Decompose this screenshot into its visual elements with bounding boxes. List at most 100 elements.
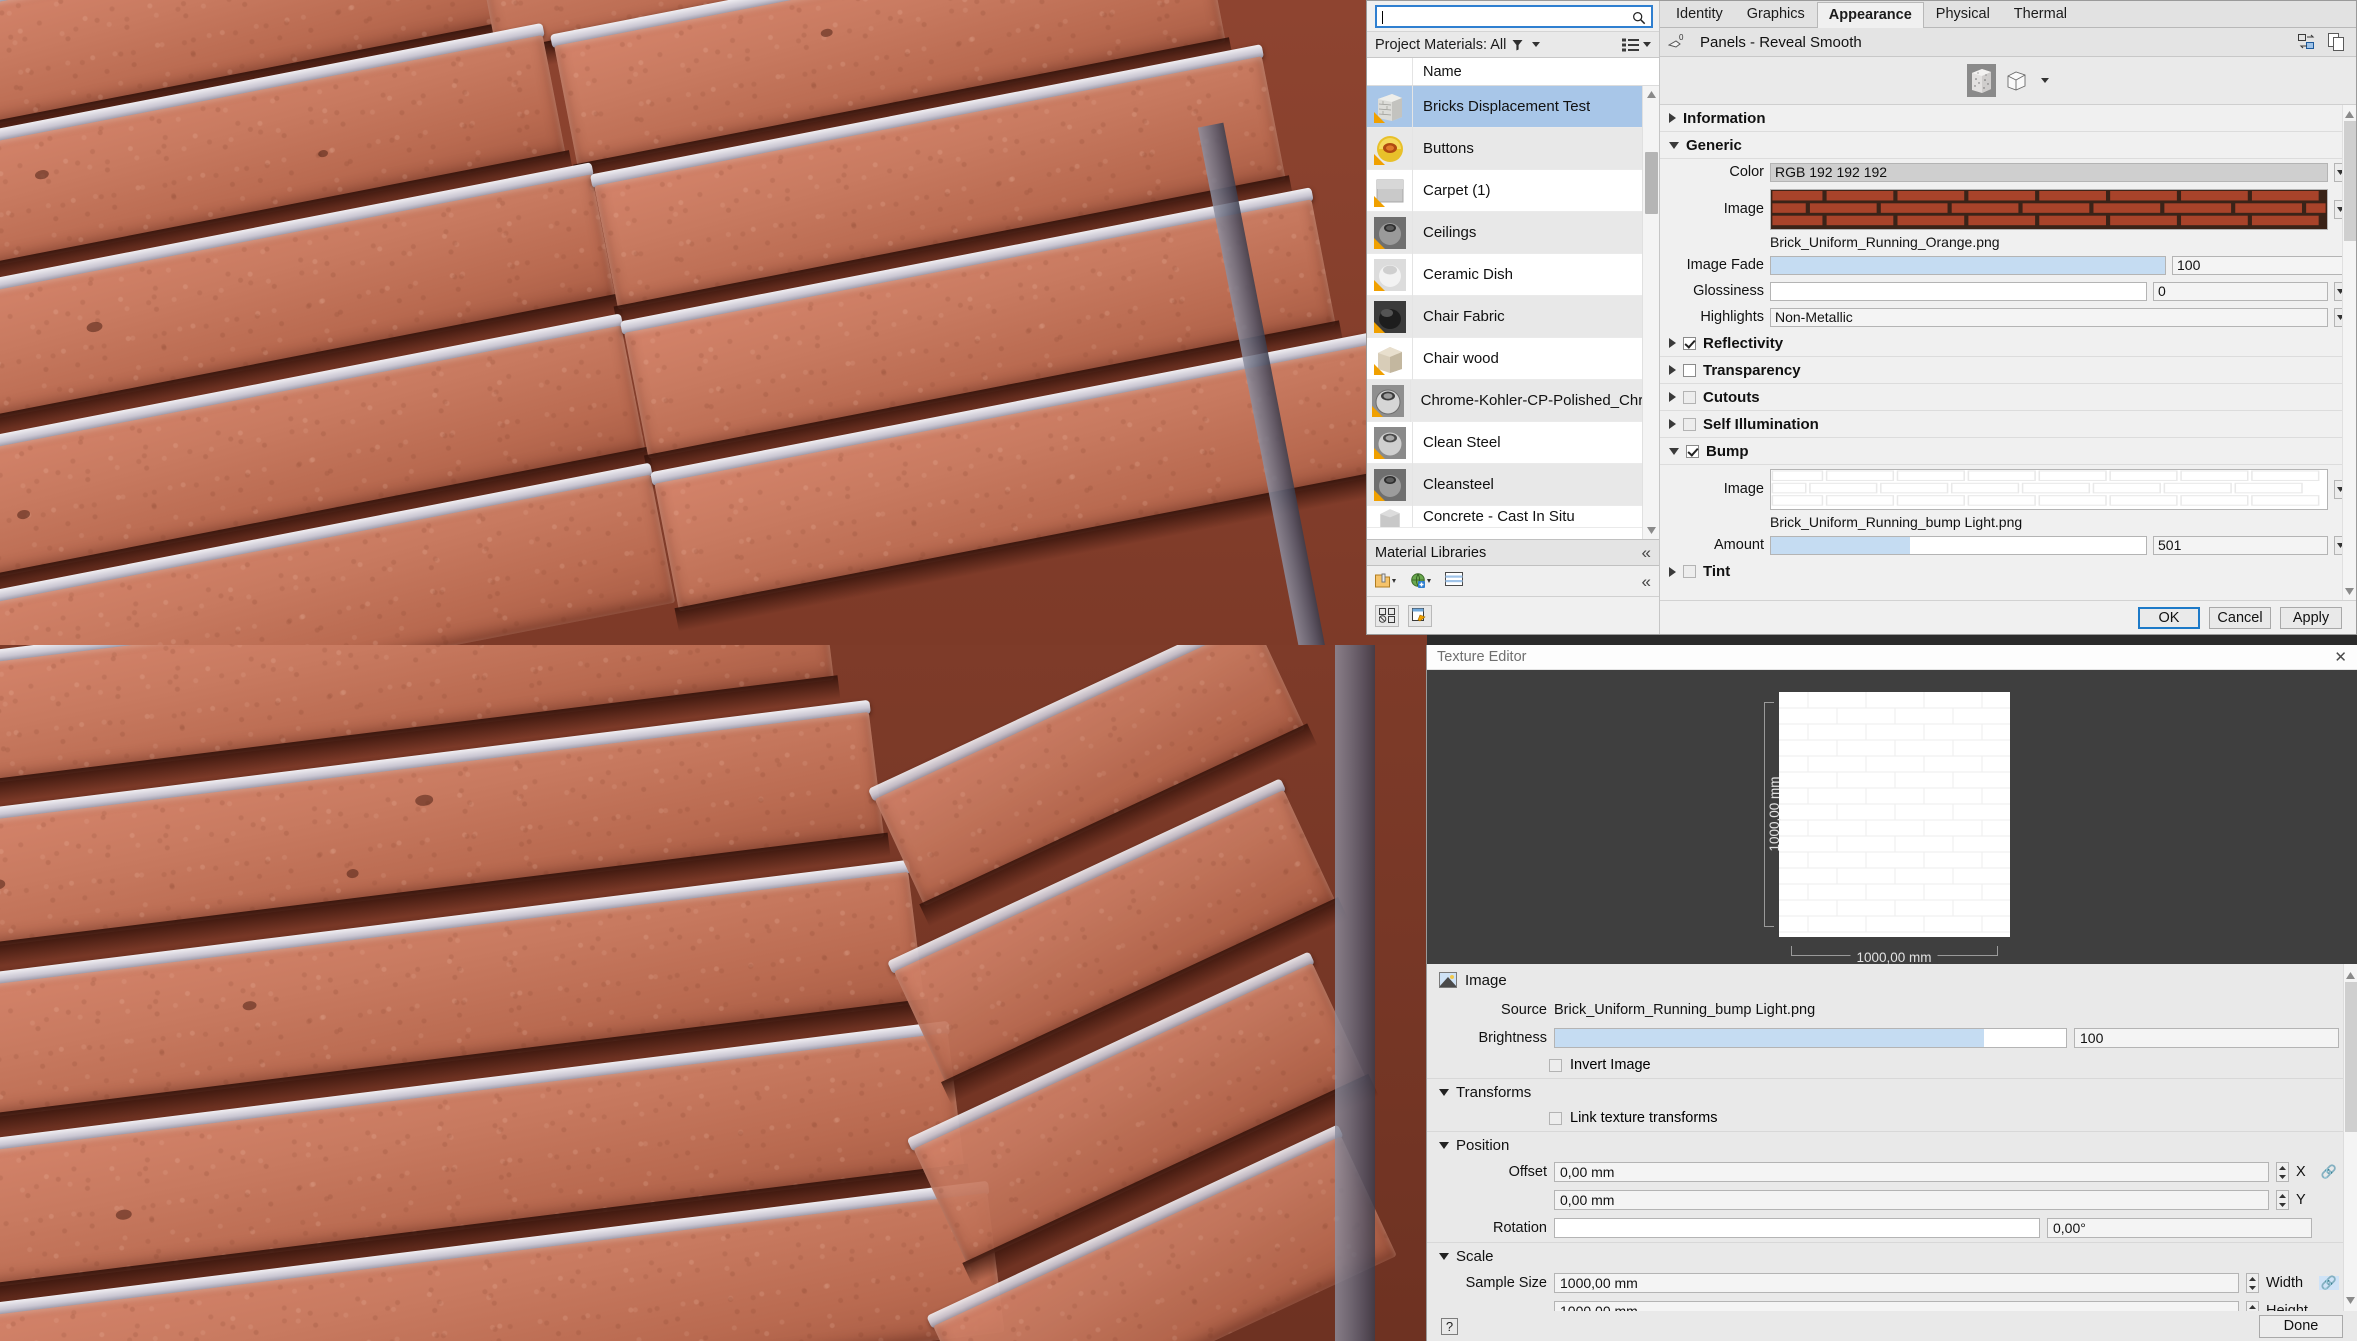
list-item[interactable]: Ceilings — [1367, 211, 1659, 254]
tab-graphics[interactable]: Graphics — [1735, 1, 1817, 27]
appearance-scrollbar[interactable] — [2342, 105, 2356, 600]
scrollbar-thumb[interactable] — [2344, 121, 2356, 241]
bump-amount-value[interactable]: 501 — [2153, 535, 2328, 555]
duplicate-material-icon[interactable] — [1375, 604, 1399, 627]
search-input[interactable] — [1377, 7, 1651, 26]
scroll-down-icon[interactable] — [1643, 522, 1659, 539]
section-information[interactable]: Information — [1660, 105, 2356, 132]
offset-x-stepper[interactable] — [2276, 1162, 2289, 1182]
render-viewport[interactable] — [0, 0, 1427, 1341]
glossiness-slider[interactable] — [1770, 281, 2147, 301]
chevron-down-icon[interactable] — [1532, 42, 1541, 47]
section-bump[interactable]: Bump — [1660, 438, 2356, 465]
replace-asset-icon[interactable] — [2296, 32, 2318, 52]
list-item[interactable]: Carpet (1) — [1367, 169, 1659, 212]
view-chevron-down-icon[interactable] — [1643, 42, 1651, 47]
bump-amount-slider[interactable] — [1770, 535, 2147, 555]
tab-physical[interactable]: Physical — [1924, 1, 2002, 27]
list-view-icon[interactable] — [1622, 38, 1639, 52]
section-scale[interactable]: Scale — [1427, 1242, 2357, 1269]
material-preview-thumb[interactable] — [1967, 64, 1996, 97]
close-icon[interactable]: ✕ — [2334, 648, 2347, 666]
cutouts-checkbox[interactable] — [1683, 390, 1696, 404]
image-fade-slider[interactable] — [1770, 255, 2166, 275]
highlights-value[interactable]: Non-Metallic — [1770, 307, 2328, 327]
rotation-value[interactable]: 0,00° — [2047, 1218, 2312, 1238]
list-item[interactable]: Bricks Displacement Test — [1367, 86, 1659, 128]
tab-appearance[interactable]: Appearance — [1816, 2, 1924, 28]
bump-image-preview[interactable] — [1770, 468, 2328, 510]
tab-identity[interactable]: Identity — [1664, 1, 1735, 27]
offset-y-stepper[interactable] — [2276, 1190, 2289, 1210]
search-icon[interactable] — [1632, 11, 1646, 25]
list-item[interactable]: Chair Fabric — [1367, 295, 1659, 338]
sample-size-height-stepper[interactable] — [2246, 1301, 2259, 1311]
list-item[interactable]: Chair wood — [1367, 337, 1659, 380]
sample-size-height-input[interactable]: 1000,00 mm — [1554, 1301, 2239, 1311]
library-panel-icon[interactable] — [1445, 571, 1467, 591]
section-reflectivity[interactable]: Reflectivity — [1660, 330, 2356, 357]
preview-chevron-down-icon[interactable] — [2041, 78, 2049, 83]
done-button[interactable]: Done — [2259, 1314, 2343, 1338]
section-transparency[interactable]: Transparency — [1660, 357, 2356, 384]
reflectivity-checkbox[interactable] — [1683, 336, 1696, 350]
row-link-texture-transforms[interactable]: Link texture transforms — [1427, 1105, 2357, 1131]
brightness-value[interactable]: 100 — [2074, 1028, 2339, 1048]
cube-icon[interactable] — [2006, 70, 2027, 91]
texture-editor-scrollbar[interactable] — [2343, 964, 2357, 1311]
section-cutouts[interactable]: Cutouts — [1660, 384, 2356, 411]
glossiness-value[interactable]: 0 — [2153, 281, 2328, 301]
list-item[interactable]: Clean Steel — [1367, 421, 1659, 464]
help-icon[interactable]: ? — [1441, 1317, 1458, 1335]
scrollbar-thumb[interactable] — [2345, 982, 2357, 1132]
transparency-checkbox[interactable] — [1683, 363, 1696, 377]
offset-x-input[interactable]: 0,00 mm — [1554, 1162, 2269, 1182]
list-item[interactable]: Buttons — [1367, 127, 1659, 170]
texture-properties[interactable]: Image Source Brick_Uniform_Running_bump … — [1427, 964, 2357, 1311]
material-list[interactable]: Bricks Displacement Test Buttons Carpet … — [1367, 86, 1659, 539]
list-item[interactable]: Cleansteel — [1367, 463, 1659, 506]
duplicate-asset-icon[interactable] — [2326, 32, 2348, 52]
self-illumination-checkbox[interactable] — [1683, 417, 1696, 431]
section-tint[interactable]: Tint — [1660, 558, 2356, 585]
scroll-up-icon[interactable] — [1643, 86, 1659, 103]
new-library-icon[interactable] — [1375, 572, 1397, 591]
generic-image-preview[interactable] — [1770, 188, 2328, 230]
sample-size-width-stepper[interactable] — [2246, 1273, 2259, 1293]
section-transforms[interactable]: Transforms — [1427, 1078, 2357, 1105]
ok-button[interactable]: OK — [2138, 606, 2200, 629]
list-item[interactable]: Concrete - Cast In Situ — [1367, 506, 1659, 528]
scrollbar-thumb[interactable] — [1645, 152, 1658, 214]
project-materials-filter[interactable]: Project Materials: All — [1367, 31, 1659, 58]
apply-button[interactable]: Apply — [2280, 606, 2342, 629]
sample-size-width-input[interactable]: 1000,00 mm — [1554, 1273, 2239, 1293]
tint-checkbox[interactable] — [1683, 565, 1696, 578]
list-item[interactable]: Chrome-Kohler-CP-Polished_Chrome — [1367, 379, 1659, 422]
position-link-icon[interactable]: 🔗 — [2319, 1164, 2339, 1179]
material-list-scrollbar[interactable] — [1642, 86, 1659, 539]
brightness-slider[interactable] — [1554, 1028, 2067, 1048]
search-box[interactable] — [1375, 5, 1653, 28]
rotation-slider[interactable] — [1554, 1218, 2040, 1238]
cancel-button[interactable]: Cancel — [2209, 606, 2271, 629]
offset-y-input[interactable]: 0,00 mm — [1554, 1190, 2269, 1210]
edit-material-icon[interactable] — [1408, 604, 1432, 627]
chevron-double-left-icon[interactable]: « — [1642, 573, 1651, 590]
bump-checkbox[interactable] — [1686, 444, 1699, 458]
scroll-down-icon[interactable] — [2346, 1291, 2355, 1309]
image-fade-value[interactable]: 100 — [2172, 255, 2347, 275]
section-self-illumination[interactable]: Self Illumination — [1660, 411, 2356, 438]
invert-image-checkbox[interactable] — [1549, 1058, 1562, 1072]
texture-preview-area[interactable]: 1000,00 mm 1000,00 mm — [1427, 670, 2357, 965]
open-library-icon[interactable] — [1410, 572, 1432, 591]
appearance-properties[interactable]: Information Generic Color RGB 192 192 19… — [1660, 105, 2356, 600]
row-invert-image[interactable]: Invert Image — [1427, 1052, 2357, 1078]
color-value[interactable]: RGB 192 192 192 — [1770, 162, 2328, 182]
chevron-double-up-icon[interactable]: « — [1642, 544, 1651, 561]
tab-thermal[interactable]: Thermal — [2002, 1, 2079, 27]
link-texture-transforms-checkbox[interactable] — [1549, 1111, 1562, 1125]
scroll-down-icon[interactable] — [2345, 582, 2354, 600]
section-position[interactable]: Position — [1427, 1131, 2357, 1158]
section-generic[interactable]: Generic — [1660, 132, 2356, 159]
scale-link-icon[interactable]: 🔗 — [2319, 1275, 2339, 1290]
